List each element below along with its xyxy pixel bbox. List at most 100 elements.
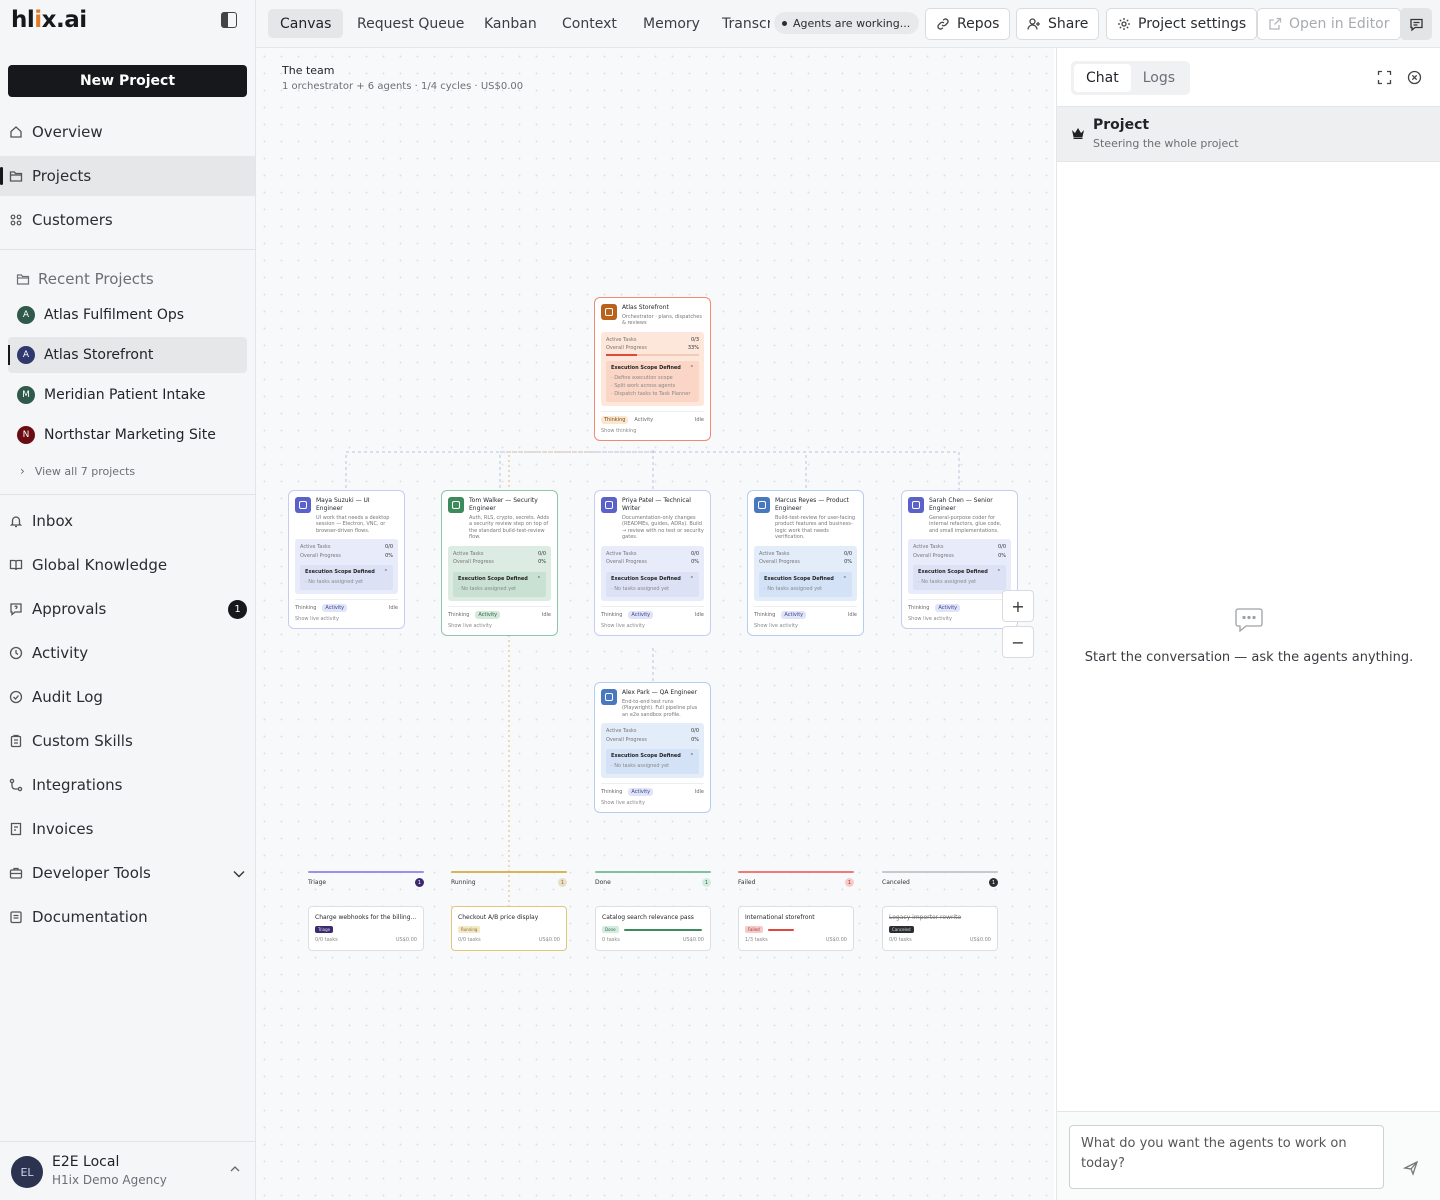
agent-card-tom-walker[interactable]: Tom Walker — Security Engineer Auth, RLS,… (441, 490, 558, 636)
execution-scope[interactable]: Execution Scope Defined ⌃ · No tasks assig… (759, 571, 852, 597)
agent-card-alex-park[interactable]: Alex Park — QA Engineer End-to-end test r… (594, 682, 711, 814)
task-card[interactable]: Charge webhooks for the billing... Triag… (308, 906, 424, 951)
share-button[interactable]: Share (1016, 8, 1100, 40)
nav-audit-log[interactable]: Audit Log (0, 677, 255, 717)
project-avatar: A (17, 306, 35, 324)
show-live-activity-link[interactable]: Show live activity (754, 623, 857, 629)
count-badge: 1 (702, 878, 711, 887)
task-card[interactable]: International storefront Failed 1/3 task… (738, 906, 854, 951)
nav-invoices[interactable]: Invoices (0, 809, 255, 849)
nav-global-knowledge[interactable]: Global Knowledge (0, 545, 255, 585)
status-badge: Failed (745, 926, 763, 933)
nav-documentation[interactable]: Documentation (0, 897, 255, 937)
chat-panel-toggle[interactable] (1400, 8, 1432, 40)
activity-tab[interactable]: Activity (634, 417, 653, 423)
team-canvas[interactable]: The team 1 orchestrator + 6 agents · 1/4… (256, 48, 1054, 1200)
project-avatar: A (17, 346, 35, 364)
recent-project-atlas-fulfilment-ops[interactable]: A Atlas Fulfilment Ops (8, 297, 247, 333)
nav-developer-tools[interactable]: Developer Tools (0, 853, 255, 893)
chat-icon (1409, 17, 1424, 32)
execution-scope[interactable]: Execution Scope Defined ⌃ · No tasks assig… (453, 571, 546, 597)
activity-pill[interactable]: Activity (935, 604, 961, 613)
task-card[interactable]: Legacy importer rewrite Canceled 0/0 tas… (882, 906, 998, 951)
execution-scope[interactable]: Execution Scope Defined ⌃ · No tasks assig… (606, 749, 699, 775)
user-avatar: EL (11, 1156, 43, 1188)
status-dot (782, 20, 787, 26)
nav-label: Approvals (32, 600, 107, 618)
recent-project-northstar-marketing-site[interactable]: N Northstar Marketing Site (8, 417, 247, 453)
recent-project-meridian-patient-intake[interactable]: M Meridian Patient Intake (8, 377, 247, 413)
status-badge: Canceled (889, 926, 914, 933)
show-thinking-link[interactable]: Show thinking (601, 428, 704, 434)
tab-chat[interactable]: Chat (1074, 64, 1131, 92)
chevron-up-icon (230, 1162, 240, 1175)
tab-logs[interactable]: Logs (1131, 64, 1187, 92)
agent-description: Orchestrator · plans, dispatches & revie… (622, 313, 702, 327)
recent-project-atlas-storefront[interactable]: A Atlas Storefront (8, 337, 247, 373)
open-in-editor-button[interactable]: Open in Editor (1257, 8, 1401, 40)
show-live-activity-link[interactable]: Show live activity (448, 623, 551, 629)
agent-card-maya-suzuki[interactable]: Maya Suzuki — UI Engineer UI work that ne… (288, 490, 405, 630)
thinking-pill[interactable]: Thinking (601, 415, 629, 424)
chat-context[interactable]: Project Steering the whole project (1057, 106, 1440, 162)
nav-custom-skills[interactable]: Custom Skills (0, 721, 255, 761)
nav-overview[interactable]: Overview (0, 112, 255, 152)
activity-pill[interactable]: Activity (781, 610, 807, 619)
divider (0, 494, 255, 495)
empty-state-text: Start the conversation — ask the agents … (1084, 650, 1414, 665)
show-live-activity-link[interactable]: Show live activity (908, 616, 1011, 622)
project-settings-button[interactable]: Project settings (1106, 8, 1258, 40)
activity-pill[interactable]: Activity (475, 610, 501, 619)
execution-scope[interactable]: Execution Scope Defined ⌃ · No tasks assig… (913, 565, 1006, 591)
tab-request-queue[interactable]: Request Queue (345, 9, 476, 38)
context-subtitle: Steering the whole project (1093, 137, 1239, 150)
nav-customers[interactable]: Customers (0, 200, 255, 240)
new-project-button[interactable]: New Project (8, 65, 247, 97)
tab-transcripts[interactable]: Transcripts (710, 9, 770, 38)
agent-card-priya-patel[interactable]: Priya Patel — Technical Writer Documentat… (594, 490, 711, 636)
nav-approvals[interactable]: Approvals 1 (0, 589, 255, 629)
crown-icon (601, 304, 617, 320)
user-name: E2E Local (52, 1154, 120, 1170)
agent-name: Atlas Storefront (622, 304, 669, 311)
task-card[interactable]: Checkout A/B price display Running 0/0 t… (451, 906, 567, 951)
activity-pill[interactable]: Activity (628, 788, 654, 797)
close-icon[interactable] (1407, 70, 1422, 85)
repos-button[interactable]: Repos (925, 8, 1011, 40)
progress-bar (623, 928, 702, 931)
status-badge: Running (458, 926, 481, 933)
nav-projects[interactable]: Projects (0, 156, 255, 196)
nav-integrations[interactable]: Integrations (0, 765, 255, 805)
sidebar-collapse-icon[interactable] (221, 12, 237, 28)
tab-context[interactable]: Context (550, 9, 629, 38)
activity-pill[interactable]: Activity (628, 610, 654, 619)
show-live-activity-link[interactable]: Show live activity (295, 616, 398, 622)
agent-card-sarah-chen[interactable]: Sarah Chen — Senior Engineer General-purp… (901, 490, 1018, 630)
tab-kanban[interactable]: Kanban (472, 9, 549, 38)
zoom-out-button[interactable]: − (1002, 626, 1034, 658)
expand-icon[interactable] (1377, 70, 1392, 85)
app-logo[interactable]: hlix.ai (11, 7, 87, 33)
nav-inbox[interactable]: Inbox (0, 501, 255, 541)
view-all-projects-link[interactable]: › View all 7 projects (20, 464, 135, 478)
execution-scope[interactable]: Execution Scope Defined ⌃ · No tasks assig… (606, 571, 699, 597)
execution-scope[interactable]: Execution Scope Defined ⌃ · No tasks assig… (300, 565, 393, 591)
chevron-down-icon[interactable] (233, 867, 245, 881)
chat-input[interactable] (1069, 1125, 1384, 1189)
tab-memory[interactable]: Memory (631, 9, 712, 38)
nav-activity[interactable]: Activity (0, 633, 255, 673)
show-live-activity-link[interactable]: Show live activity (601, 800, 704, 806)
nav-label: Custom Skills (32, 732, 133, 750)
agent-card-marcus-reyes[interactable]: Marcus Reyes — Product Engineer Build-tes… (747, 490, 864, 636)
orchestrator-card[interactable]: Atlas Storefront Orchestrator · plans, d… (594, 297, 711, 441)
user-org: H1ix Demo Agency (52, 1173, 167, 1187)
activity-pill[interactable]: Activity (322, 604, 348, 613)
agent-stats: Active Tasks 0/0 Overall Progress 0% Execu… (908, 539, 1011, 595)
send-icon[interactable] (1402, 1160, 1419, 1180)
task-card[interactable]: Catalog search relevance pass Done 0 tas… (595, 906, 711, 951)
tab-canvas[interactable]: Canvas (268, 9, 344, 38)
show-live-activity-link[interactable]: Show live activity (601, 623, 704, 629)
zoom-in-button[interactable]: + (1002, 590, 1034, 622)
user-menu[interactable]: EL E2E Local H1ix Demo Agency (0, 1141, 255, 1200)
execution-scope[interactable]: Execution Scope Defined ⌃ · Define execut… (606, 360, 699, 402)
